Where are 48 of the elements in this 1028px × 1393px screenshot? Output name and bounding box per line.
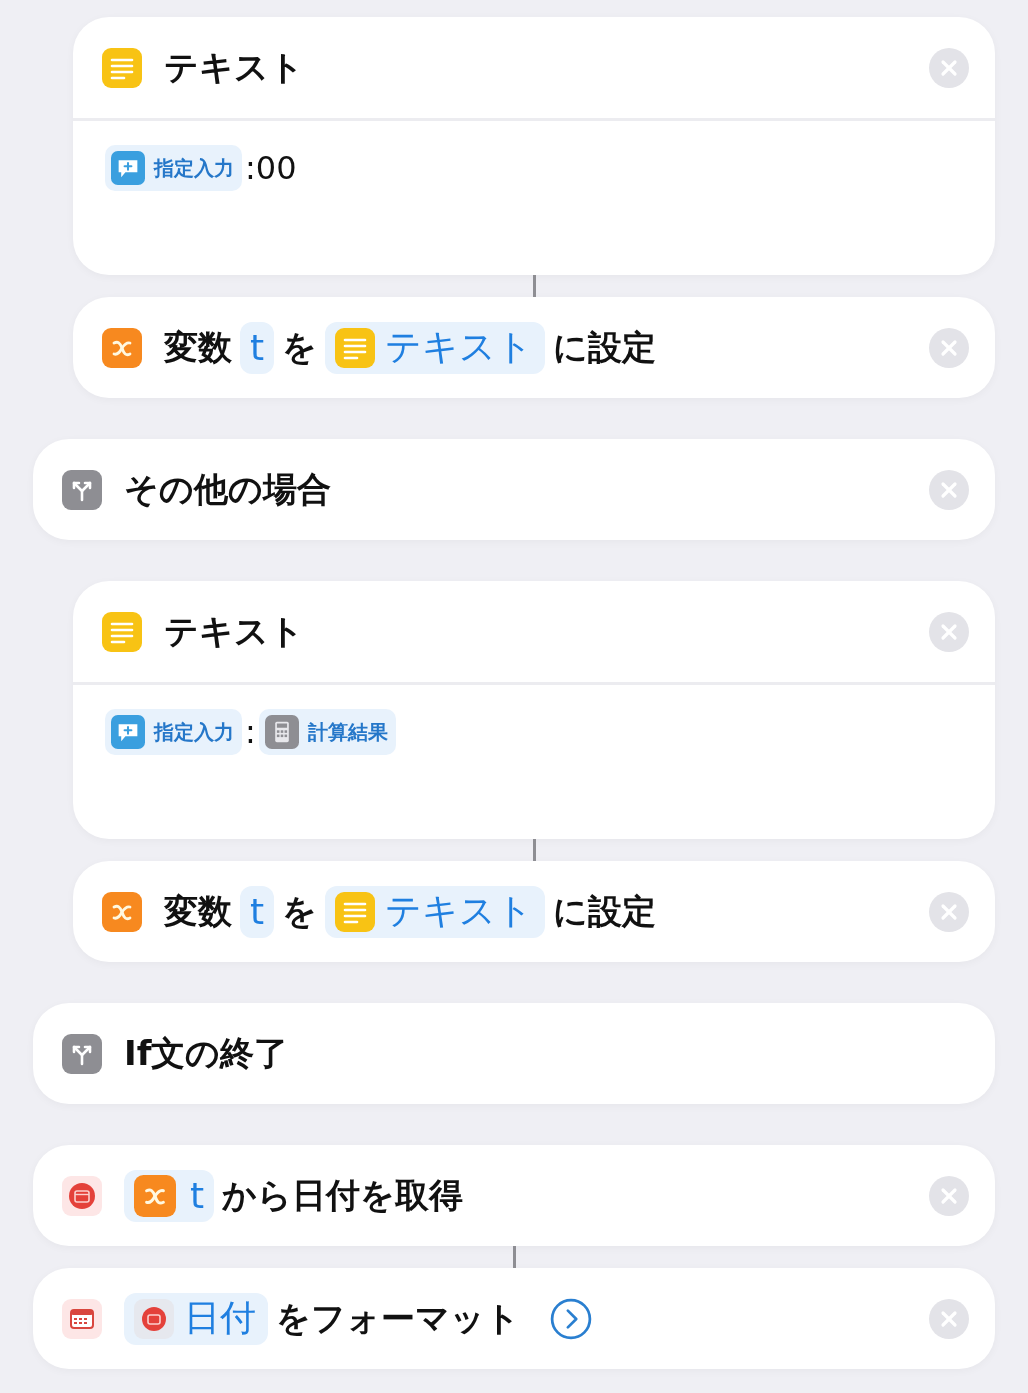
- result-token[interactable]: 計算結果: [258, 709, 396, 755]
- action-title: If文の終了: [124, 1031, 290, 1075]
- text-token[interactable]: テキスト: [325, 885, 546, 938]
- action-text: から日付を取得: [222, 1173, 464, 1217]
- action-text: をフォーマット: [276, 1296, 520, 1340]
- text-icon: [335, 891, 376, 932]
- action-text: 変数: [164, 325, 232, 369]
- close-button[interactable]: [929, 469, 969, 510]
- text-field[interactable]: 指定入力 :00: [73, 121, 995, 275]
- variable-token[interactable]: t: [240, 321, 275, 374]
- action-title: テキスト: [164, 609, 305, 653]
- close-button[interactable]: [929, 1298, 969, 1339]
- branch-icon: [62, 1033, 102, 1074]
- action-text: に設定: [553, 889, 657, 933]
- input-token[interactable]: 指定入力: [105, 145, 242, 191]
- variable-icon: [102, 327, 142, 368]
- text-field[interactable]: 指定入力 : 計算結果: [73, 685, 995, 839]
- calculator-icon: [264, 715, 299, 749]
- variable-icon: [134, 1174, 176, 1217]
- variable-icon: [102, 891, 142, 932]
- close-button[interactable]: [929, 891, 969, 932]
- branch-icon: [62, 469, 102, 510]
- speech-bubble-icon: [111, 151, 145, 185]
- action-text: を: [282, 325, 318, 369]
- close-button[interactable]: [929, 1175, 969, 1216]
- calendar-icon: [134, 1298, 174, 1339]
- date-token[interactable]: 日付: [124, 1292, 268, 1345]
- close-button[interactable]: [929, 47, 969, 88]
- calendar-icon: [62, 1175, 102, 1216]
- text-token[interactable]: テキスト: [325, 321, 546, 374]
- action-title: その他の場合: [124, 467, 332, 511]
- text-icon: [102, 47, 142, 88]
- action-text: 変数: [164, 889, 232, 933]
- variable-token[interactable]: t: [124, 1169, 215, 1222]
- input-token[interactable]: 指定入力: [105, 709, 242, 755]
- close-button[interactable]: [929, 611, 969, 652]
- chevron-circle-icon[interactable]: [550, 1297, 592, 1340]
- variable-token[interactable]: t: [240, 885, 275, 938]
- action-title: テキスト: [164, 45, 305, 89]
- action-text: を: [282, 889, 318, 933]
- calendar-icon: [62, 1298, 102, 1339]
- body-text: :: [245, 712, 256, 753]
- speech-bubble-icon: [111, 715, 145, 749]
- close-button[interactable]: [929, 327, 969, 368]
- text-icon: [102, 611, 142, 652]
- action-text: に設定: [553, 325, 657, 369]
- body-text: :00: [245, 148, 297, 189]
- text-icon: [335, 327, 376, 368]
